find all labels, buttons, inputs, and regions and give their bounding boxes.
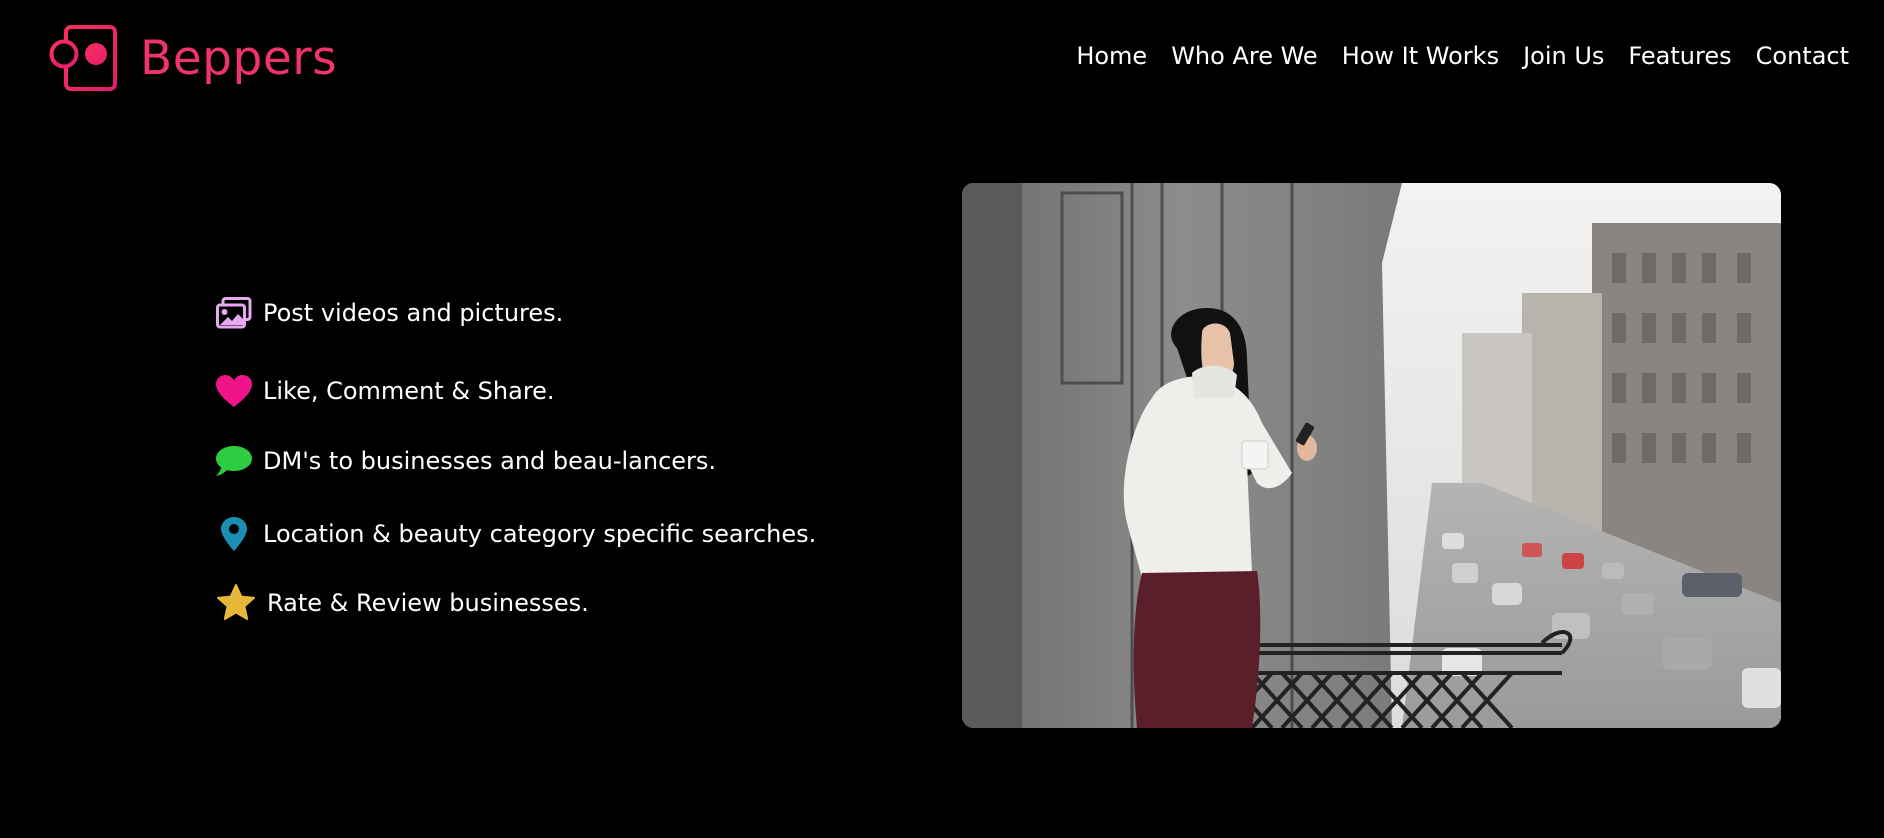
hero-photo [962,183,1781,728]
star-icon [215,584,257,622]
nav-contact-link[interactable]: Contact [1756,42,1849,70]
feature-text: Location & beauty category specific sear… [263,520,817,548]
nav-features-link[interactable]: Features [1628,42,1731,70]
heart-icon [215,372,253,410]
nav-home-link[interactable]: Home [1076,42,1147,70]
feature-text: Like, Comment & Share. [263,377,555,405]
feature-item-dms: DM's to businesses and beau-lancers. [215,442,716,480]
chat-bubble-icon [215,442,253,480]
main-nav: Home Who Are We How It Works Join Us Fea… [1076,42,1849,70]
feature-item-post-media: Post videos and pictures. [215,294,563,332]
feature-text: Post videos and pictures. [263,299,564,327]
feature-item-rate-review: Rate & Review businesses. [215,584,589,622]
feature-text: DM's to businesses and beau-lancers. [263,447,717,475]
brand-name: Beppers [140,30,338,86]
hero-photo-illustration [962,183,1781,728]
beppers-logo-icon [49,25,117,91]
pictures-icon [215,294,253,332]
feature-item-like-share: Like, Comment & Share. [215,372,555,410]
feature-text: Rate & Review businesses. [267,589,589,617]
nav-who-are-we-link[interactable]: Who Are We [1171,42,1318,70]
map-pin-icon [215,515,253,553]
brand-logo-link[interactable]: Beppers [48,24,337,92]
nav-join-us-link[interactable]: Join Us [1523,42,1604,70]
nav-how-it-works-link[interactable]: How It Works [1342,42,1499,70]
feature-item-location-search: Location & beauty category specific sear… [215,515,816,553]
landing-page: Beppers Home Who Are We How It Works Joi… [0,0,1884,838]
